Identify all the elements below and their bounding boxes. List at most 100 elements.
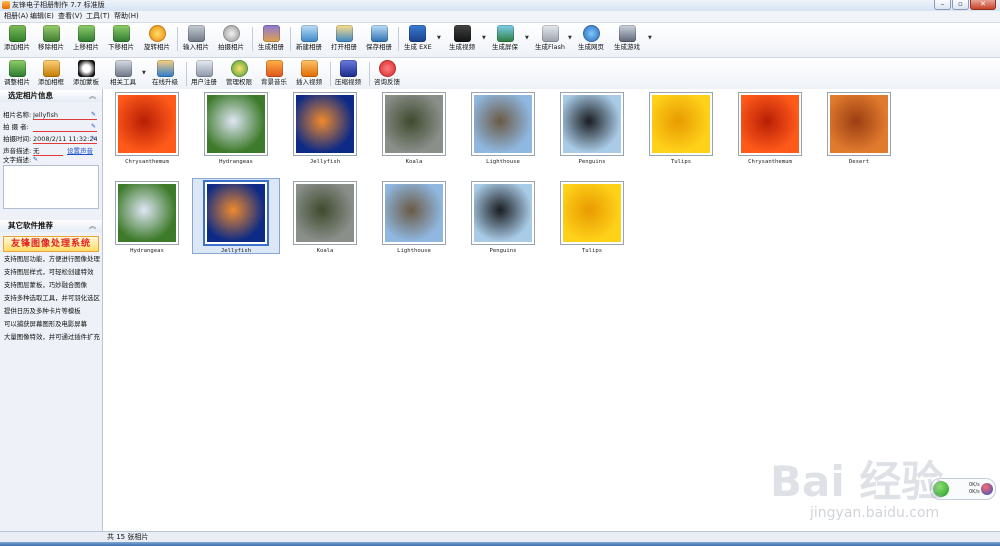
insert-video-button[interactable]: 插入视频 [296,60,322,86]
main-toolbar: 添加相片 移除相片 上移相片 下移相片 旋转相片 输入相片 拍摄相片 生成相册 … [0,23,1000,58]
photo-image [207,184,265,242]
tools-dropdown-arrow[interactable]: ▼ [142,70,146,76]
flash-icon [541,25,559,42]
rotate-photo-button[interactable]: 旋转相片 [144,25,170,51]
import-photo-button[interactable]: 输入相片 [183,25,209,51]
photo-thumbnail[interactable] [649,92,713,156]
photo-caption: Jellyfish [309,159,341,165]
photo-caption: Koala [316,248,334,254]
menu-edit[interactable]: 编辑(E) [30,12,54,21]
move-down-button[interactable]: 下移相片 [108,25,134,51]
add-photo-button[interactable]: 添加相片 [4,25,30,51]
screensaver-dropdown-arrow[interactable]: ▼ [525,35,529,41]
generate-game-button[interactable]: 生成游戏 [614,25,640,51]
feature-item: 大量图像特效，并可通过插件扩充 [4,333,100,341]
adjust-photo-button[interactable]: 调整相片 [4,60,30,86]
remove-photo-button[interactable]: 移除相片 [38,25,64,51]
photo-caption: Chrysanthemum [748,159,792,165]
photo-thumbnail[interactable] [738,92,802,156]
save-album-button[interactable]: 保存相册 [366,25,392,51]
taskbar [0,542,1000,546]
generate-screensaver-button[interactable]: 生成屏保 [492,25,518,51]
game-icon [618,25,636,42]
feedback-icon [378,60,396,77]
maximize-button[interactable]: ▫ [952,0,969,10]
take-photo-button[interactable]: 拍摄相片 [218,25,244,51]
add-frame-icon [42,60,60,77]
collapse-info-icon[interactable]: ︽ [81,90,96,102]
edit-photographer-pencil-icon[interactable]: ✎ [91,122,96,132]
photo-thumbnail[interactable] [471,181,535,245]
collapse-recommend-icon[interactable]: ︽ [81,220,96,232]
menu-album[interactable]: 相册(A) [4,12,28,21]
menu-bar: 相册(A) 编辑(E) 查看(V) 工具(T) 帮助(H) [0,11,1000,23]
related-tools-button[interactable]: 相关工具 [110,60,136,86]
photo-thumbnail[interactable] [115,181,179,245]
shoot-time-row: 拍摄时间: 2008/2/11 11:32:24 ✎ [3,134,97,144]
screensaver-icon [496,25,514,42]
photo-thumbnail[interactable] [560,181,624,245]
photo-image [207,95,265,153]
game-dropdown-arrow[interactable]: ▼ [648,35,652,41]
edit-time-pencil-icon[interactable]: ✎ [91,134,96,144]
toolbar-separator [252,27,253,51]
menu-tools[interactable]: 工具(T) [86,12,110,21]
photographer-row: 拍 摄 者: ✎ [3,122,97,132]
photo-thumbnail[interactable] [204,181,268,245]
add-frame-button[interactable]: 添加相框 [38,60,64,86]
manage-permission-button[interactable]: 管理权限 [226,60,252,86]
photo-thumbnail[interactable] [293,92,357,156]
text-description-box[interactable] [3,165,99,209]
generate-exe-button[interactable]: 生成 EXE [404,25,432,51]
compress-video-button[interactable]: 压缩视频 [335,60,361,86]
photo-count: 共 15 张相片 [107,533,149,541]
photo-caption: Lighthouse [397,248,431,254]
feature-item: 支持图层蒙板，巧妙融合图像 [4,281,88,289]
photo-thumbnail[interactable] [471,92,535,156]
generate-webpage-button[interactable]: 生成网页 [578,25,604,51]
toolbar-separator [186,62,187,86]
feature-item: 支持图层功能，方便进行图像处理 [4,255,100,263]
photo-thumbnail[interactable] [382,92,446,156]
edit-name-pencil-icon[interactable]: ✎ [91,110,96,120]
user-register-button[interactable]: 用户注册 [191,60,217,86]
photo-thumbnail[interactable] [204,92,268,156]
add-mask-button[interactable]: 添加蒙板 [73,60,99,86]
photo-thumbnail[interactable] [382,181,446,245]
generate-video-button[interactable]: 生成视频 [449,25,475,51]
video-dropdown-arrow[interactable]: ▼ [482,35,486,41]
photo-name-field[interactable]: Jellyfish [33,110,97,120]
photo-image [741,95,799,153]
close-button[interactable]: ✕ [970,0,996,10]
photo-thumbnail[interactable] [115,92,179,156]
feature-item: 可以捕获屏幕图形及电影屏幕 [4,320,88,328]
minimize-button[interactable]: – [934,0,951,10]
photo-caption: Penguins [489,248,517,254]
secondary-toolbar: 调整相片 添加相框 添加蒙板 相关工具 ▼ 在线升级 用户注册 管理权限 背景音… [0,58,1000,90]
menu-view[interactable]: 查看(V) [58,12,82,21]
photo-thumbnail[interactable] [560,92,624,156]
image-system-banner[interactable]: 友锋图像处理系统 [3,236,99,252]
new-album-button[interactable]: 新建相册 [296,25,322,51]
move-up-button[interactable]: 上移相片 [73,25,99,51]
feature-item: 提供日历及多种卡片等模板 [4,307,81,315]
toolbar-separator [330,62,331,86]
photo-thumbnail[interactable] [293,181,357,245]
toolbar-separator [290,27,291,51]
generate-album-button[interactable]: 生成相册 [258,25,284,51]
generate-flash-button[interactable]: 生成Flash [535,25,565,51]
photographer-field[interactable] [33,122,97,132]
exe-dropdown-arrow[interactable]: ▼ [437,35,441,41]
open-album-button[interactable]: 打开相册 [331,25,357,51]
shoot-time-field[interactable]: 2008/2/11 11:32:24 [33,134,97,144]
photo-image [563,95,621,153]
edit-text-pencil-icon[interactable]: ✎ [33,155,38,165]
upload-speed: 0K/s [969,482,980,488]
feedback-button[interactable]: 咨询反馈 [374,60,400,86]
menu-help[interactable]: 帮助(H) [114,12,139,21]
photo-image [118,95,176,153]
flash-dropdown-arrow[interactable]: ▼ [568,35,572,41]
background-music-button[interactable]: 背景音乐 [261,60,287,86]
online-upgrade-button[interactable]: 在线升级 [152,60,178,86]
photo-thumbnail[interactable] [827,92,891,156]
